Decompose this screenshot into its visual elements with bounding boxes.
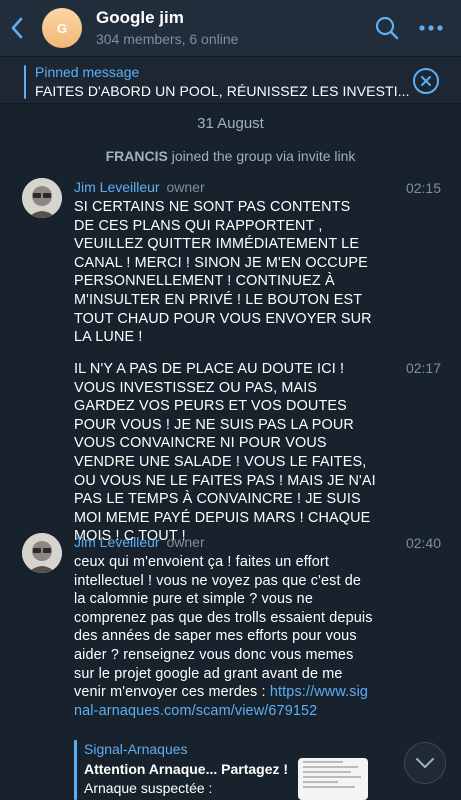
more-icon: [419, 25, 443, 31]
chevron-left-icon: [11, 17, 23, 39]
user-photo-icon: [22, 178, 62, 218]
message-time: 02:15: [405, 180, 441, 196]
group-avatar[interactable]: G: [42, 8, 82, 48]
thumbnail-line: [303, 781, 338, 783]
thumbnail-line: [303, 786, 355, 788]
message-text: SI CERTAINS NE SONT PAS CONTENTS DE CES …: [74, 199, 372, 346]
pinned-accent-bar: [24, 65, 26, 99]
preview-accent-bar: [74, 740, 77, 800]
sender-role: owner: [166, 179, 205, 195]
preview-thumbnail[interactable]: [298, 758, 368, 800]
user-photo-icon: [22, 533, 62, 573]
thumbnail-line: [303, 776, 361, 778]
chat-title-block[interactable]: Google jim 304 members, 6 online: [96, 8, 365, 48]
close-icon: [421, 76, 431, 86]
pinned-label: Pinned message: [35, 64, 140, 80]
avatar[interactable]: [22, 533, 62, 573]
chevron-down-icon: [416, 758, 434, 768]
avatar[interactable]: [22, 178, 62, 218]
message-sender[interactable]: Jim Leveilleur owner: [74, 534, 205, 550]
service-text: joined the group via invite link: [167, 148, 356, 164]
preview-description: Arnaque suspectée :: [84, 780, 213, 796]
preview-title: Attention Arnaque... Partagez !: [84, 761, 289, 777]
date-separator: 31 August: [197, 115, 264, 132]
message-text: IL N'Y A PAS DE PLACE AU DOUTE ICI ! VOU…: [74, 361, 376, 545]
message-text: ceux qui m'envoient ça ! faites un effor…: [74, 553, 374, 720]
message-text-content: ceux qui m'envoient ça ! faites un effor…: [74, 554, 373, 701]
chat-title: Google jim: [96, 8, 184, 27]
message-time: 02:40: [405, 535, 441, 551]
message-sender[interactable]: Jim Leveilleur owner: [74, 179, 205, 195]
search-icon: [375, 16, 399, 40]
service-user-name[interactable]: FRANCIS: [106, 148, 168, 164]
sender-name: Jim Leveilleur: [74, 179, 160, 195]
pinned-message-bar[interactable]: Pinned message FAITES D'ABORD UN POOL, R…: [0, 56, 461, 104]
pinned-close-button[interactable]: [413, 68, 439, 94]
group-avatar-letter: G: [56, 20, 68, 36]
service-message: FRANCIS joined the group via invite link: [0, 148, 461, 164]
search-button[interactable]: [365, 0, 409, 56]
thumbnail-line: [303, 761, 343, 763]
chat-header: G Google jim 304 members, 6 online: [0, 0, 461, 56]
scroll-down-button[interactable]: [404, 742, 446, 784]
sender-name: Jim Leveilleur: [74, 534, 160, 550]
message-time: 02:17: [405, 360, 441, 376]
back-button[interactable]: [0, 0, 34, 56]
preview-site-name: Signal-Arnaques: [84, 741, 188, 757]
thumbnail-line: [303, 766, 358, 768]
sender-role: owner: [166, 534, 205, 550]
more-button[interactable]: [409, 0, 453, 56]
pinned-text: FAITES D'ABORD UN POOL, RÉUNISSEZ LES IN…: [35, 83, 410, 99]
thumbnail-line: [303, 771, 351, 773]
chat-subtitle: 304 members, 6 online: [96, 31, 239, 47]
